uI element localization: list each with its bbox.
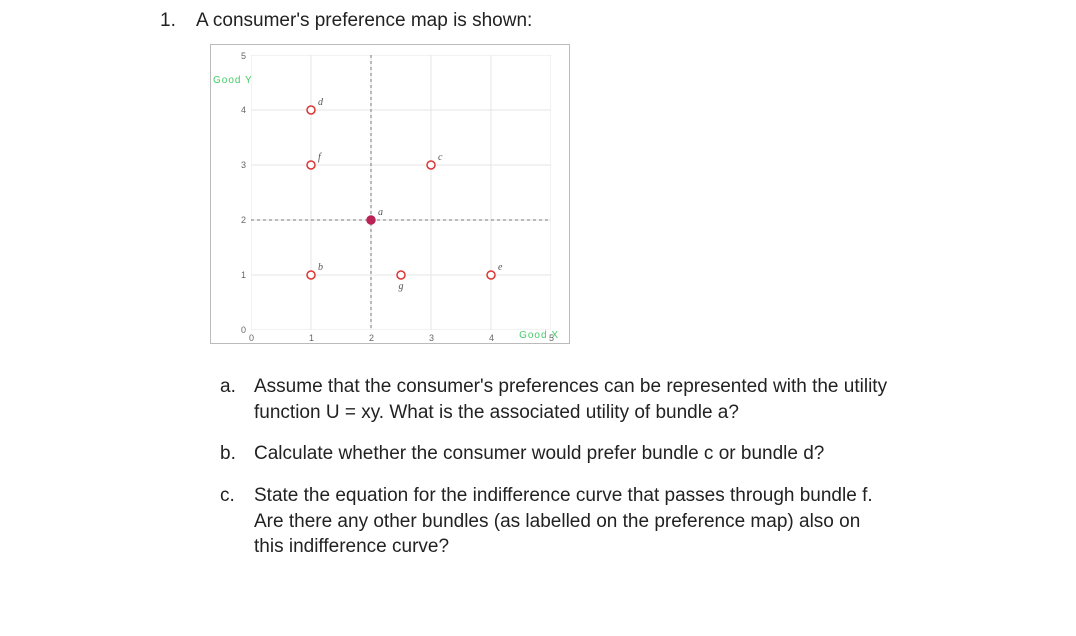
point-g: g xyxy=(397,271,405,292)
xtick-2: 2 xyxy=(369,333,374,343)
svg-text:f: f xyxy=(318,152,322,163)
question-row: 1. A consumer's preference map is shown: xyxy=(160,10,1036,32)
svg-text:a: a xyxy=(378,207,383,218)
ytick-0: 0 xyxy=(241,325,246,335)
xtick-5: 5 xyxy=(549,333,554,343)
sub-a: a. Assume that the consumer's preference… xyxy=(220,374,1036,425)
y-axis-label: Good Y xyxy=(213,75,253,86)
preference-map-chart: Good Y Good X 0 1 2 3 4 5 0 1 2 3 4 5 ab… xyxy=(210,44,570,344)
sub-b-number: b. xyxy=(220,441,242,467)
svg-text:e: e xyxy=(498,262,503,273)
sub-a-number: a. xyxy=(220,374,242,425)
ytick-5: 5 xyxy=(241,51,246,61)
sub-questions: a. Assume that the consumer's preference… xyxy=(160,374,1036,560)
ytick-2: 2 xyxy=(241,215,246,225)
point-b: b xyxy=(307,262,323,279)
xtick-3: 3 xyxy=(429,333,434,343)
plot-svg: a b c d e f g xyxy=(251,55,551,330)
point-d: d xyxy=(307,97,324,114)
svg-text:b: b xyxy=(318,262,323,273)
sub-c-number: c. xyxy=(220,483,242,560)
question-number: 1. xyxy=(160,10,182,32)
xtick-4: 4 xyxy=(489,333,494,343)
point-c: c xyxy=(427,152,443,169)
svg-text:g: g xyxy=(399,281,404,292)
sub-a-text: Assume that the consumer's preferences c… xyxy=(254,374,894,425)
ytick-1: 1 xyxy=(241,270,246,280)
svg-text:c: c xyxy=(438,152,443,163)
svg-text:d: d xyxy=(318,97,324,108)
sub-b: b. Calculate whether the consumer would … xyxy=(220,441,1036,467)
ytick-4: 4 xyxy=(241,105,246,115)
sub-b-text: Calculate whether the consumer would pre… xyxy=(254,441,824,467)
sub-c-text: State the equation for the indifference … xyxy=(254,483,894,560)
xtick-0: 0 xyxy=(249,333,254,343)
point-e: e xyxy=(487,262,503,279)
question-intro: A consumer's preference map is shown: xyxy=(196,10,532,32)
point-f: f xyxy=(307,152,322,169)
ytick-3: 3 xyxy=(241,160,246,170)
page: 1. A consumer's preference map is shown:… xyxy=(0,0,1076,596)
xtick-1: 1 xyxy=(309,333,314,343)
point-a: a xyxy=(367,207,383,224)
sub-c: c. State the equation for the indifferen… xyxy=(220,483,1036,560)
